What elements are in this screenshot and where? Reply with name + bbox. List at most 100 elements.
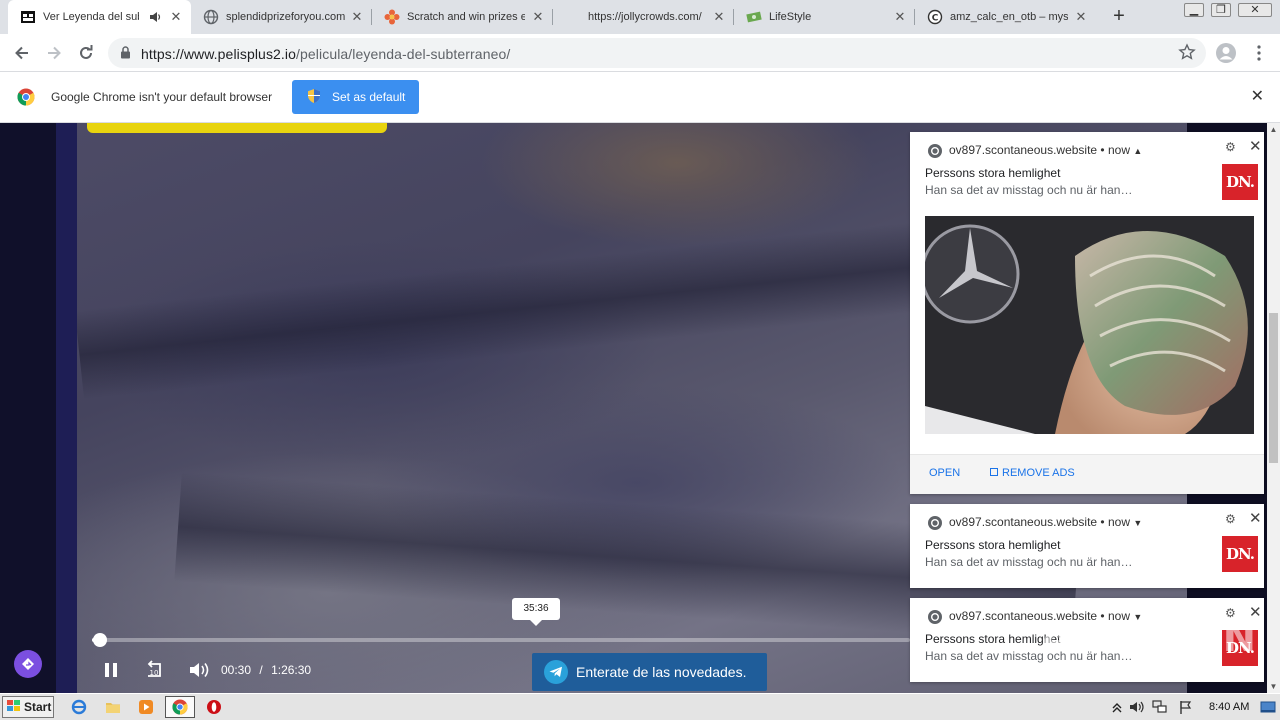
close-window-button[interactable]: ✕ bbox=[1238, 3, 1272, 17]
new-tab-button[interactable]: + bbox=[1108, 5, 1130, 27]
browser-toolbar: https://www.pelisplus2.io/pelicula/leyen… bbox=[0, 34, 1280, 72]
telegram-icon bbox=[544, 660, 568, 684]
svg-text:C: C bbox=[932, 14, 939, 24]
close-tab-icon[interactable]: ✕ bbox=[531, 10, 545, 24]
close-tab-icon[interactable]: ✕ bbox=[350, 10, 364, 24]
yellow-banner[interactable] bbox=[87, 123, 387, 133]
page-scrollbar[interactable]: ▲ ▼ bbox=[1267, 123, 1280, 693]
seek-time-tooltip: 35:36 bbox=[512, 598, 560, 626]
reload-icon bbox=[80, 45, 93, 59]
more-vert-icon bbox=[1257, 45, 1261, 61]
set-as-default-label: Set as default bbox=[332, 90, 406, 104]
current-time: 00:30 bbox=[221, 663, 252, 677]
open-button[interactable]: OPEN bbox=[929, 467, 960, 479]
tab-ver-leyenda[interactable]: Ver Leyenda del sub ✕ bbox=[8, 0, 191, 34]
tab-jollycrowds[interactable]: https://jollycrowds.com/ ✕ bbox=[553, 0, 734, 34]
profile-icon bbox=[1216, 43, 1236, 63]
infobar-message: Google Chrome isn't your default browser bbox=[51, 90, 273, 104]
address-bar[interactable]: https://www.pelisplus2.io/pelicula/leyen… bbox=[108, 38, 1206, 68]
dn-logo: DN. bbox=[1222, 536, 1258, 572]
bookmark-star-icon[interactable] bbox=[1178, 43, 1196, 64]
diamond-arrow-icon bbox=[22, 658, 34, 670]
notification-body: Han sa det av misstag och nu är han… bbox=[925, 183, 1133, 197]
globe-icon bbox=[203, 9, 219, 25]
back-arrow-icon bbox=[15, 46, 28, 60]
seek-handle[interactable] bbox=[92, 633, 107, 647]
ie-icon[interactable] bbox=[70, 698, 88, 716]
close-tab-icon[interactable]: ✕ bbox=[712, 10, 726, 24]
close-tab-icon[interactable]: ✕ bbox=[169, 10, 183, 24]
close-tab-icon[interactable]: ✕ bbox=[893, 10, 907, 24]
minimize-button[interactable]: ▁ bbox=[1184, 3, 1204, 17]
speaker-icon[interactable] bbox=[148, 10, 162, 27]
anyrun-watermark: ANY RUN bbox=[1040, 615, 1259, 661]
taskbar-clock: 8:40 AM bbox=[1209, 701, 1250, 713]
volume-tray-icon[interactable] bbox=[1128, 698, 1146, 716]
start-label: Start bbox=[24, 700, 52, 714]
rewind-icon: 10 bbox=[147, 660, 161, 677]
default-browser-infobar: Google Chrome isn't your default browser… bbox=[0, 72, 1280, 123]
taskbar: Start 8:40 AM bbox=[0, 693, 1280, 720]
chrome-taskbar-icon[interactable] bbox=[165, 696, 195, 718]
tab-title: amz_calc_en_otb – mysi bbox=[950, 11, 1068, 23]
time-display: 00:30 / 1:26:30 bbox=[221, 663, 312, 677]
telegram-banner[interactable]: Enterate de las novedades. bbox=[532, 653, 767, 691]
seek-bar[interactable] bbox=[92, 633, 910, 647]
chrome-notification-icon bbox=[927, 143, 943, 159]
flag-tray-icon[interactable] bbox=[1177, 698, 1195, 716]
menu-button[interactable] bbox=[1246, 40, 1272, 66]
media-player-icon[interactable] bbox=[137, 698, 155, 716]
forward-button[interactable] bbox=[41, 40, 67, 66]
volume-button[interactable] bbox=[187, 658, 211, 682]
scroll-up-arrow-icon[interactable]: ▲ bbox=[1267, 123, 1280, 136]
tab-splendidprize[interactable]: splendidprizeforyou.com ✕ bbox=[191, 0, 372, 34]
scroll-thumb[interactable] bbox=[1269, 313, 1278, 463]
svg-text:10: 10 bbox=[150, 669, 159, 677]
scroll-down-arrow-icon[interactable]: ▼ bbox=[1267, 680, 1280, 693]
close-notification-icon[interactable]: ✕ bbox=[1249, 137, 1262, 155]
pause-button[interactable] bbox=[100, 658, 122, 682]
notification-collapsed[interactable]: ov897.scontaneous.website • now ▼ ⚙ ✕ Pe… bbox=[910, 504, 1264, 588]
url-text: https://www.pelisplus2.io/pelicula/leyen… bbox=[141, 46, 511, 62]
tab-scratch-win[interactable]: Scratch and win prizes e ✕ bbox=[372, 0, 553, 34]
close-infobar-icon[interactable]: ✕ bbox=[1251, 88, 1264, 106]
folder-icon[interactable] bbox=[104, 698, 122, 716]
clapperboard-icon bbox=[20, 9, 36, 25]
remove-ads-button[interactable]: REMOVE ADS bbox=[990, 467, 1075, 479]
rewind-10-button[interactable]: 10 bbox=[143, 658, 167, 682]
chevron-down-icon: ▼ bbox=[1133, 518, 1143, 528]
left-sidebar bbox=[0, 123, 56, 693]
set-as-default-button[interactable]: Set as default bbox=[292, 80, 419, 114]
notification-expanded[interactable]: ov897.scontaneous.website • now ▲ ⚙ ✕ Pe… bbox=[910, 132, 1264, 494]
telegram-banner-text: Enterate de las novedades. bbox=[576, 664, 747, 680]
notification-source: ov897.scontaneous.website • now ▲ bbox=[949, 143, 1143, 157]
network-tray-icon[interactable] bbox=[1151, 698, 1169, 716]
tray-expand-icon[interactable] bbox=[1108, 698, 1126, 716]
floating-action-button[interactable] bbox=[14, 650, 42, 678]
profile-avatar[interactable] bbox=[1213, 40, 1239, 66]
close-notification-icon[interactable]: ✕ bbox=[1249, 509, 1262, 527]
screen: Ver Leyenda del sub ✕ splendidprizeforyo… bbox=[0, 0, 1280, 720]
notification-body: Han sa det av misstag och nu är han… bbox=[925, 555, 1133, 569]
notification-title: Perssons stora hemlighet bbox=[925, 538, 1061, 552]
tab-strip: Ver Leyenda del sub ✕ splendidprizeforyo… bbox=[0, 0, 1280, 34]
tab-lifestyle[interactable]: LifeStyle ✕ bbox=[734, 0, 915, 34]
windows-logo-icon bbox=[6, 699, 22, 716]
chrome-logo-icon bbox=[17, 88, 35, 109]
tab-amz-calc[interactable]: C amz_calc_en_otb – mysi ✕ bbox=[915, 0, 1096, 34]
pause-icon bbox=[105, 663, 117, 677]
opera-icon[interactable] bbox=[205, 698, 223, 716]
lock-icon bbox=[120, 46, 131, 62]
shield-icon bbox=[306, 88, 322, 107]
gear-icon[interactable]: ⚙ bbox=[1225, 140, 1236, 154]
show-desktop-icon[interactable] bbox=[1259, 698, 1277, 716]
start-button[interactable]: Start bbox=[2, 696, 54, 718]
chrome-notification-icon bbox=[927, 515, 943, 531]
restore-button[interactable]: ❐ bbox=[1211, 3, 1231, 17]
gear-icon[interactable]: ⚙ bbox=[1225, 512, 1236, 526]
duration: 1:26:30 bbox=[271, 663, 312, 677]
flower-icon bbox=[384, 9, 400, 25]
close-tab-icon[interactable]: ✕ bbox=[1074, 10, 1088, 24]
back-button[interactable] bbox=[9, 40, 35, 66]
reload-button[interactable] bbox=[73, 40, 99, 66]
